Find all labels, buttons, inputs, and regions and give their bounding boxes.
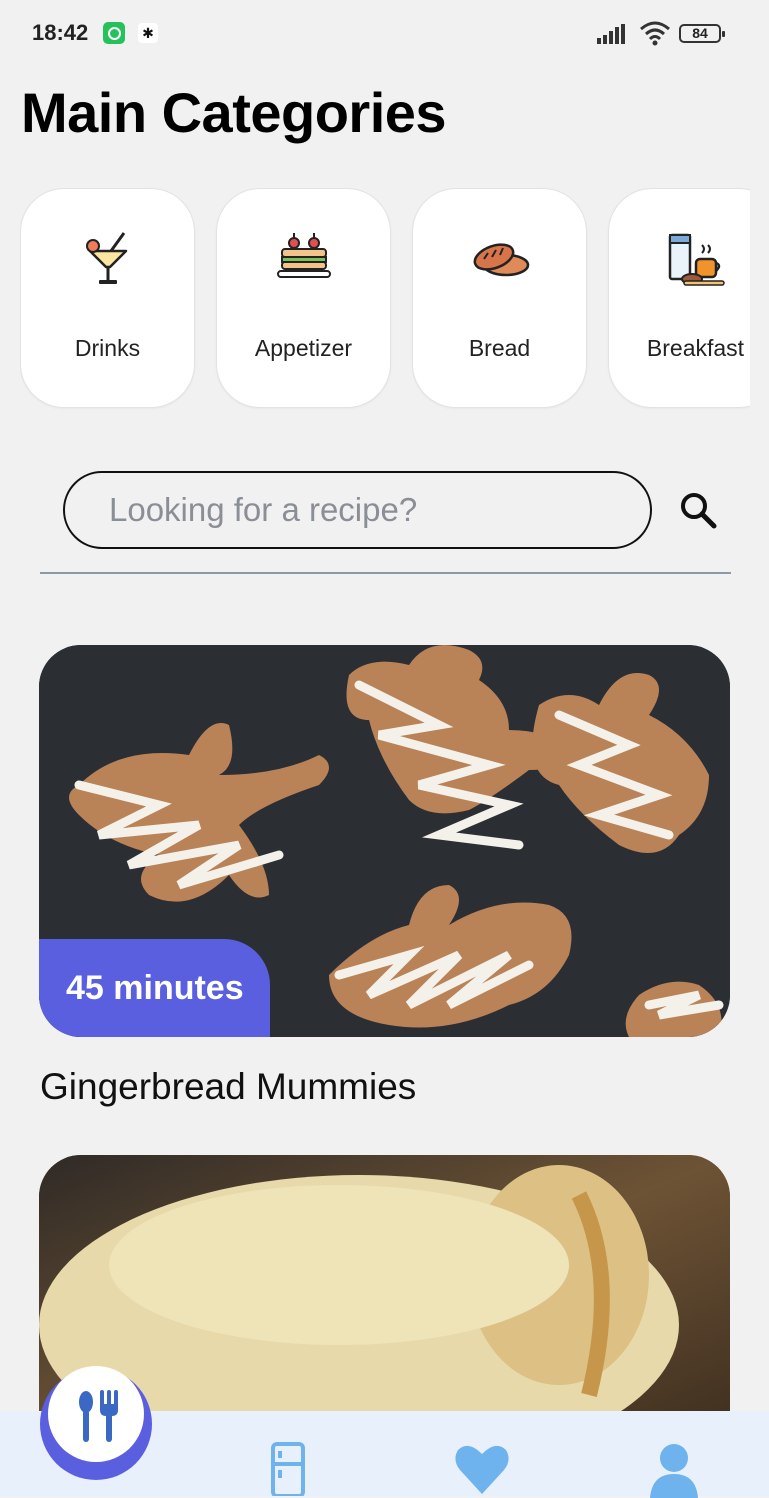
recipe-title[interactable]: Gingerbread Mummies — [40, 1066, 416, 1108]
fridge-icon[interactable] — [258, 1436, 318, 1496]
heart-icon[interactable] — [452, 1438, 512, 1498]
category-label: Drinks — [74, 335, 141, 361]
battery-icon: 84 — [679, 24, 725, 43]
recipe-image[interactable]: 45 minutes — [39, 645, 730, 1037]
notification-icon: ✱ — [138, 23, 158, 43]
category-card-drinks[interactable]: Drinks — [20, 188, 195, 408]
divider — [40, 572, 731, 574]
category-label: Breakfast — [646, 335, 745, 361]
search-icon[interactable] — [678, 490, 718, 530]
appetizer-icon — [277, 233, 331, 278]
signal-icon — [597, 24, 625, 44]
category-label: Bread — [468, 335, 531, 361]
bread-icon — [473, 243, 530, 277]
breakfast-icon — [668, 233, 725, 286]
category-card-appetizer[interactable]: Appetizer — [216, 188, 391, 408]
category-label: Appetizer — [254, 335, 353, 361]
status-bar: 18:42 ✱ 84 — [0, 0, 769, 68]
category-card-bread[interactable]: Bread — [412, 188, 587, 408]
search-box — [63, 471, 652, 549]
status-time: 18:42 — [32, 20, 89, 45]
cook-time-badge: 45 minutes — [39, 939, 270, 1037]
whatsapp-icon — [103, 22, 125, 44]
cocktail-icon — [86, 232, 128, 284]
page-title: Main Categories — [21, 81, 447, 144]
search-input[interactable] — [109, 487, 609, 533]
category-card-breakfast[interactable]: Breakfast — [608, 188, 750, 408]
category-list[interactable]: Drinks Appetizer Bread Breakfast — [20, 188, 750, 410]
profile-icon[interactable] — [644, 1438, 704, 1498]
wifi-icon — [640, 21, 670, 46]
utensils-icon[interactable] — [70, 1386, 130, 1446]
